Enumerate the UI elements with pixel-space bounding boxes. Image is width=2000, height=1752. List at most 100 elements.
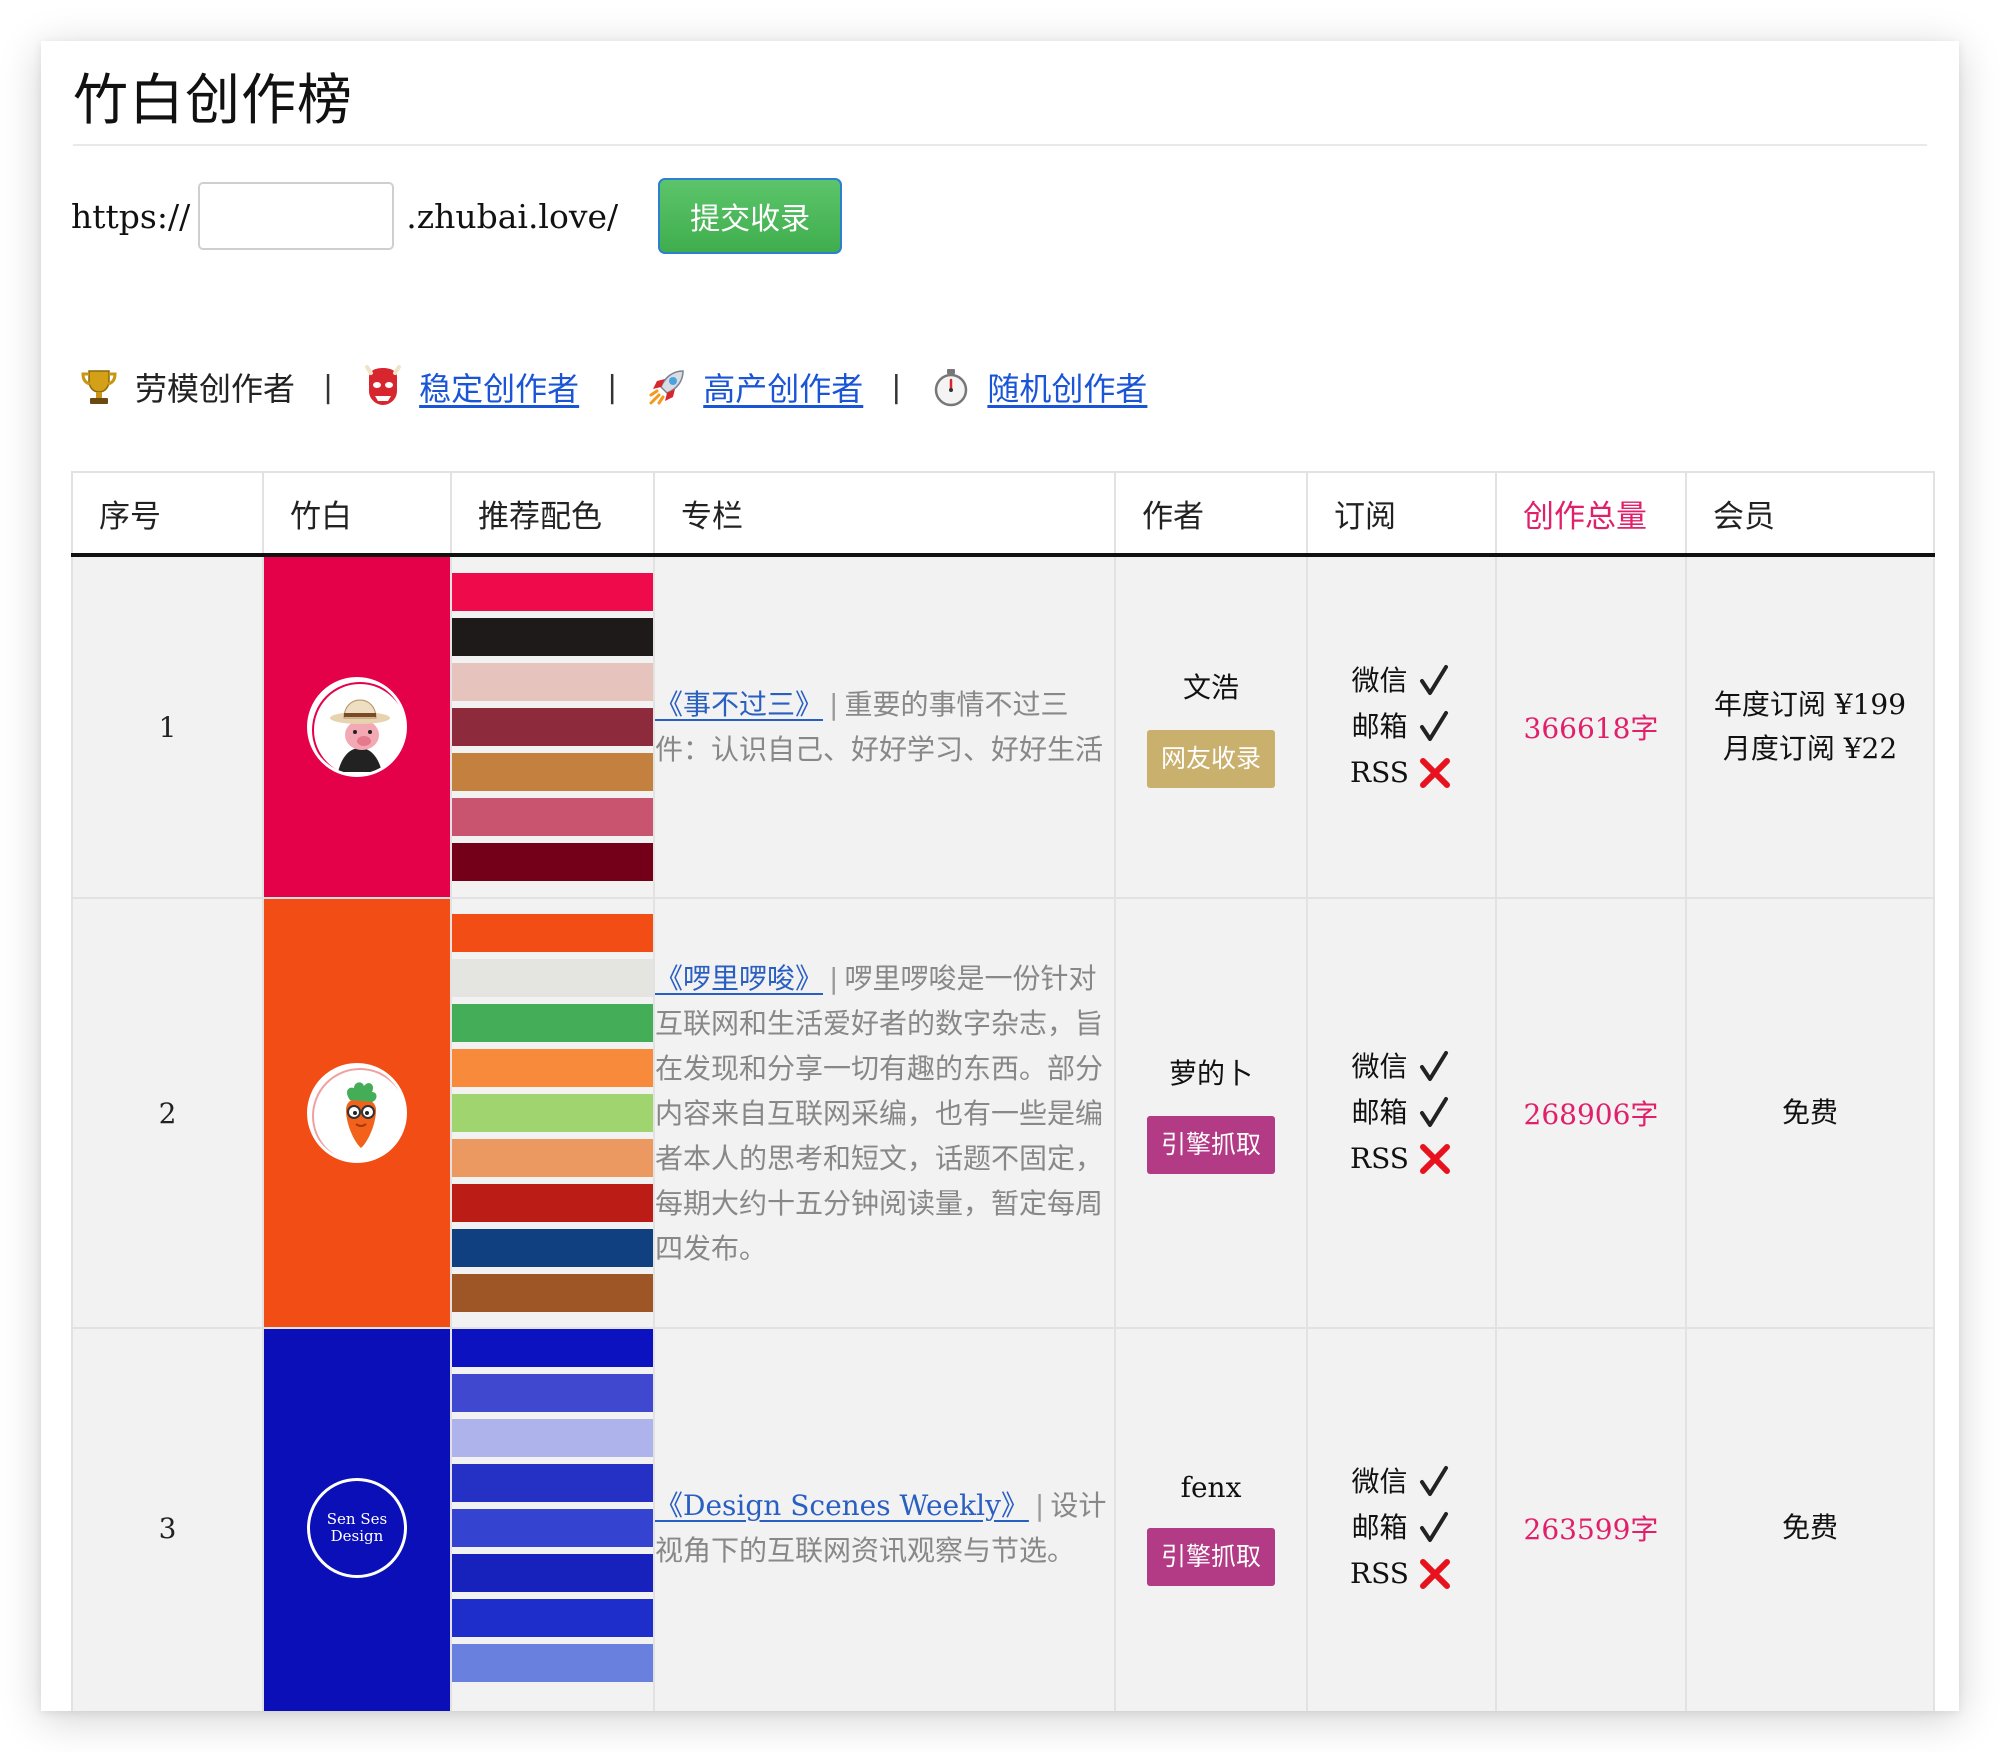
carrot-avatar[interactable] [307, 1063, 407, 1163]
creator-ranking-table: 序号 竹白 推荐配色 专栏 作者 订阅 创作总量 会员 1 《事不过三》 | 重… [71, 471, 1935, 1711]
color-swatch[interactable] [452, 1049, 653, 1087]
author-name: fenx [1180, 1470, 1242, 1504]
title-divider [73, 144, 1927, 146]
color-swatch[interactable] [452, 663, 653, 701]
source-tag: 引擎抓取 [1146, 1527, 1275, 1586]
oni-mask-icon [365, 365, 402, 405]
column-bar: | [829, 688, 839, 721]
cross-icon [1419, 1559, 1450, 1589]
color-swatch[interactable] [452, 914, 653, 952]
color-swatch[interactable] [452, 1374, 653, 1412]
member-cell: 免费 [1685, 1327, 1935, 1711]
column-cell: 《Design Scenes Weekly》 | 设计视角下的互联网资讯观察与节选。 [653, 1327, 1116, 1711]
color-swatch[interactable] [452, 1094, 653, 1132]
color-swatch-list [452, 1329, 653, 1682]
submit-button[interactable]: 提交收录 [658, 178, 843, 254]
header-author: 作者 [1114, 471, 1308, 557]
color-swatch[interactable] [452, 1509, 653, 1547]
color-swatch[interactable] [452, 573, 653, 611]
check-icon [1419, 711, 1448, 741]
color-swatch[interactable] [452, 1004, 653, 1042]
filter-random[interactable]: 随机创作者 [929, 364, 1147, 410]
header-index: 序号 [71, 471, 264, 557]
filter-label-hardworking: 劳模创作者 [135, 370, 296, 408]
column-title-link[interactable]: 《Design Scenes Weekly》 [655, 1489, 1029, 1522]
color-swatch[interactable] [452, 618, 653, 656]
table-header-row: 序号 竹白 推荐配色 专栏 作者 订阅 创作总量 会员 [71, 471, 1935, 557]
pig-with-hat-avatar[interactable] [307, 677, 407, 777]
zhubai-cell [262, 554, 452, 899]
cross-icon [1419, 1144, 1450, 1174]
color-swatch[interactable] [452, 843, 653, 881]
header-member: 会员 [1685, 471, 1935, 557]
scenes-design-logo[interactable]: Sen Ses Design [307, 1478, 407, 1578]
color-swatch-list [452, 914, 653, 1312]
filter-separator: | [323, 369, 334, 405]
subscribe-cell: 微信 邮箱 RSS [1306, 897, 1497, 1329]
zhubai-cell [262, 897, 452, 1329]
row-index: 3 [71, 1327, 264, 1711]
author-cell: 文浩 网友收录 [1114, 554, 1308, 899]
color-swatch[interactable] [452, 1599, 653, 1637]
sub-rss-label: RSS [1350, 1142, 1409, 1175]
color-swatch[interactable] [452, 708, 653, 746]
member-free: 免费 [1781, 1096, 1838, 1129]
url-prefix: https:// [71, 196, 191, 236]
color-swatch[interactable] [452, 753, 653, 791]
subdomain-input[interactable] [198, 182, 395, 250]
column-title-link[interactable]: 《事不过三》 [655, 688, 823, 721]
member-monthly: 月度订阅 ¥22 [1722, 732, 1898, 765]
subscribe-cell: 微信 邮箱 RSS [1306, 554, 1497, 899]
header-palette: 推荐配色 [450, 471, 655, 557]
filter-productive[interactable]: 高产创作者 [645, 364, 863, 410]
color-swatch[interactable] [452, 1644, 653, 1682]
check-icon [1419, 665, 1448, 695]
author-name: 萝的卜 [1168, 1057, 1253, 1090]
member-cell: 免费 [1685, 897, 1935, 1329]
color-swatch[interactable] [452, 959, 653, 997]
color-swatch[interactable] [452, 1139, 653, 1177]
filter-link-productive[interactable]: 高产创作者 [703, 364, 863, 410]
total-words: 263599字 [1495, 1327, 1687, 1711]
filter-stable[interactable]: 稳定创作者 [361, 364, 579, 410]
submit-form: https:// .zhubai.love/ 提交收录 [71, 178, 843, 254]
check-icon [1419, 1097, 1448, 1127]
color-swatch[interactable] [452, 798, 653, 836]
author-cell: fenx 引擎抓取 [1114, 1327, 1308, 1711]
table-row: 3 Sen Ses Design 《Design Scenes Weekly》 |… [71, 1327, 1935, 1711]
filter-link-stable[interactable]: 稳定创作者 [419, 364, 579, 410]
check-icon [1419, 1512, 1448, 1542]
table-row: 1 《事不过三》 | 重要的事情不过三件：认识自己、好好学习、好好生活 文浩 网… [71, 554, 1935, 899]
trophy-icon [81, 370, 117, 404]
color-swatch[interactable] [452, 1184, 653, 1222]
color-swatch[interactable] [452, 1554, 653, 1592]
author-cell: 萝的卜 引擎抓取 [1114, 897, 1308, 1329]
column-description: 啰里啰唆是一份针对互联网和生活爱好者的数字杂志，旨在发现和分享一切有趣的东西。部… [655, 961, 1104, 1265]
total-words: 268906字 [1495, 897, 1687, 1329]
check-icon [1419, 1466, 1448, 1496]
creator-filter-bar: 劳模创作者 | 稳定创作者 | 高产创作者 | 随机创作者 [77, 359, 1147, 415]
sub-rss-label: RSS [1350, 1557, 1409, 1590]
color-swatch[interactable] [452, 1274, 653, 1312]
color-swatch[interactable] [452, 1419, 653, 1457]
filter-separator: | [891, 369, 902, 405]
header-total[interactable]: 创作总量 [1495, 471, 1687, 557]
source-tag: 网友收录 [1146, 730, 1275, 788]
palette-cell [450, 897, 655, 1329]
palette-cell [450, 1327, 655, 1711]
sub-email-label: 邮箱 [1351, 710, 1408, 743]
sub-email-label: 邮箱 [1351, 1096, 1408, 1129]
sub-rss-label: RSS [1350, 756, 1409, 789]
color-swatch[interactable] [452, 1464, 653, 1502]
zhubai-cell: Sen Ses Design [262, 1327, 452, 1711]
stopwatch-icon [935, 369, 968, 407]
cross-icon [1419, 758, 1450, 788]
header-subscribe: 订阅 [1306, 471, 1497, 557]
source-tag: 引擎抓取 [1146, 1116, 1275, 1174]
color-swatch[interactable] [452, 1229, 653, 1267]
filter-link-random[interactable]: 随机创作者 [987, 364, 1147, 410]
color-swatch[interactable] [452, 1329, 653, 1367]
column-title-link[interactable]: 《啰里啰唆》 [655, 962, 823, 995]
member-free: 免费 [1781, 1511, 1838, 1544]
palette-cell [450, 554, 655, 899]
